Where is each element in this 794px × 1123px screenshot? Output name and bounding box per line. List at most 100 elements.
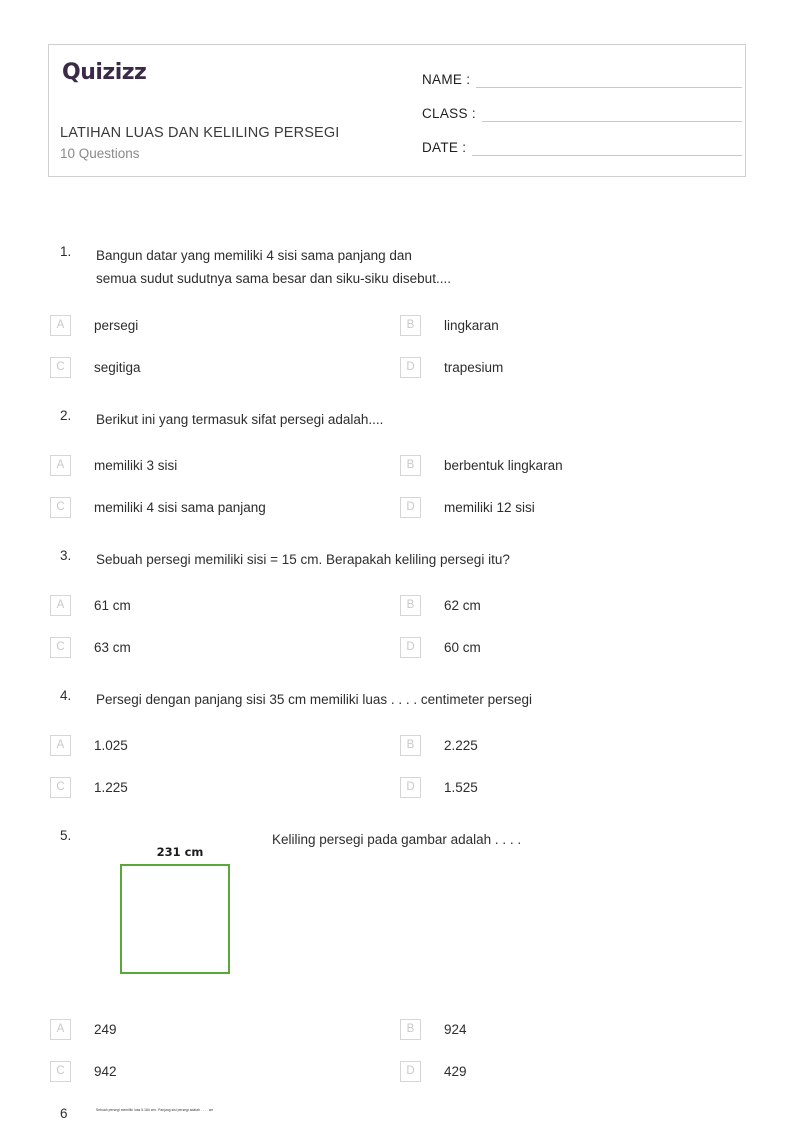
date-field-row: DATE : — [422, 136, 742, 156]
page-title: LATIHAN LUAS DAN KELILING PERSEGI — [60, 125, 340, 141]
question-1-option-c[interactable]: C segitiga — [50, 354, 395, 380]
question-6-number: 6 — [60, 1106, 68, 1121]
option-text-a: memiliki 3 sisi — [94, 457, 178, 473]
option-letter-d: D — [400, 356, 421, 378]
option-letter-d: D — [400, 1060, 421, 1082]
name-field-label: NAME : — [422, 72, 471, 87]
question-5-text: Keliling persegi pada gambar adalah . . … — [272, 832, 522, 847]
question-2-option-b[interactable]: B berbentuk lingkaran — [400, 452, 740, 478]
date-field-label: DATE : — [422, 140, 467, 155]
option-letter-d: D — [400, 636, 421, 658]
question-1-option-a[interactable]: A persegi — [50, 312, 395, 338]
question-5-option-b[interactable]: B 924 — [400, 1016, 740, 1042]
quizizz-logo: Quizizz — [62, 60, 147, 85]
option-letter-a: A — [50, 1018, 71, 1040]
question-3-option-b[interactable]: B 62 cm — [400, 592, 740, 618]
question-5-option-c[interactable]: C 942 — [50, 1058, 395, 1084]
question-1-option-d[interactable]: D trapesium — [400, 354, 740, 380]
question-5-option-a[interactable]: A 249 — [50, 1016, 395, 1042]
question-3-options-row-1: A 61 cm B 62 cm — [0, 592, 794, 618]
question-5-option-d[interactable]: D 429 — [400, 1058, 740, 1084]
question-block-3: 3. Sebuah persegi memiliki sisi = 15 cm.… — [0, 548, 794, 570]
name-input[interactable] — [476, 72, 742, 88]
question-1-line2: semua sudut sudutnya sama besar dan siku… — [96, 271, 451, 286]
question-2-number: 2. — [60, 408, 72, 423]
question-2-option-c[interactable]: C memiliki 4 sisi sama panjang — [50, 494, 395, 520]
question-2-option-a[interactable]: A memiliki 3 sisi — [50, 452, 395, 478]
question-3-header: 3. Sebuah persegi memiliki sisi = 15 cm.… — [0, 548, 794, 570]
option-letter-c: C — [50, 776, 71, 798]
option-letter-c: C — [50, 496, 71, 518]
question-1-text: Bangun datar yang memiliki 4 sisi sama p… — [96, 244, 736, 290]
question-2-text: Berikut ini yang termasuk sifat persegi … — [96, 412, 384, 427]
question-5-number: 5. — [60, 828, 72, 843]
question-1-number: 1. — [60, 244, 72, 259]
question-3-options-row-2: C 63 cm D 60 cm — [0, 634, 794, 660]
option-text-b: lingkaran — [444, 317, 499, 333]
question-4-options-row-1: A 1.025 B 2.225 — [0, 732, 794, 758]
option-text-a: 61 cm — [94, 597, 131, 613]
option-text-b: 62 cm — [444, 597, 481, 613]
question-count-label: 10 Questions — [60, 146, 140, 161]
option-text-d: trapesium — [444, 359, 504, 375]
option-text-c: 1.225 — [94, 779, 128, 795]
question-4-option-c[interactable]: C 1.225 — [50, 774, 395, 800]
question-4-option-d[interactable]: D 1.525 — [400, 774, 740, 800]
class-input[interactable] — [481, 106, 742, 122]
option-text-d: 60 cm — [444, 639, 481, 655]
question-1-options-row-1: A persegi B lingkaran — [0, 312, 794, 338]
question-6-text: Sebuah persegi memiliki luas 5.184 cm². … — [96, 1108, 214, 1112]
question-1-options-row-2: C segitiga D trapesium — [0, 354, 794, 380]
question-4-option-b[interactable]: B 2.225 — [400, 732, 740, 758]
date-input[interactable] — [472, 140, 742, 156]
option-letter-b: B — [400, 454, 421, 476]
header-left-panel: Quizizz LATIHAN LUAS DAN KELILING PERSEG… — [49, 45, 409, 176]
question-4-header: 4. Persegi dengan panjang sisi 35 cm mem… — [0, 688, 794, 710]
option-letter-b: B — [400, 1018, 421, 1040]
option-letter-b: B — [400, 314, 421, 336]
worksheet-header-card: Quizizz LATIHAN LUAS DAN KELILING PERSEG… — [48, 44, 746, 177]
option-letter-c: C — [50, 1060, 71, 1082]
question-3-option-a[interactable]: A 61 cm — [50, 592, 395, 618]
option-letter-b: B — [400, 734, 421, 756]
figure-side-length-label: 231 cm — [156, 845, 204, 859]
question-block-5: 5. Keliling persegi pada gambar adalah .… — [0, 828, 794, 974]
question-1-header: 1. Bangun datar yang memiliki 4 sisi sam… — [0, 244, 794, 286]
option-text-d: memiliki 12 sisi — [444, 499, 535, 515]
question-4-option-a[interactable]: A 1.025 — [50, 732, 395, 758]
question-3-option-c[interactable]: C 63 cm — [50, 634, 395, 660]
option-letter-b: B — [400, 594, 421, 616]
question-block-1: 1. Bangun datar yang memiliki 4 sisi sam… — [0, 244, 794, 286]
option-text-c: 63 cm — [94, 639, 131, 655]
question-3-text: Sebuah persegi memiliki sisi = 15 cm. Be… — [96, 552, 510, 567]
option-letter-a: A — [50, 594, 71, 616]
question-5-options-row-2: C 942 D 429 — [0, 1058, 794, 1084]
question-2-options-row-2: C memiliki 4 sisi sama panjang D memilik… — [0, 494, 794, 520]
option-text-c: memiliki 4 sisi sama panjang — [94, 499, 266, 515]
option-letter-c: C — [50, 356, 71, 378]
name-field-row: NAME : — [422, 68, 742, 88]
question-3-option-d[interactable]: D 60 cm — [400, 634, 740, 660]
option-text-c: 942 — [94, 1063, 117, 1079]
option-text-a: 1.025 — [94, 737, 128, 753]
option-text-d: 1.525 — [444, 779, 478, 795]
question-2-option-d[interactable]: D memiliki 12 sisi — [400, 494, 740, 520]
question-block-2: 2. Berikut ini yang termasuk sifat perse… — [0, 408, 794, 430]
question-2-options-row-1: A memiliki 3 sisi B berbentuk lingkaran — [0, 452, 794, 478]
option-letter-d: D — [400, 496, 421, 518]
option-letter-c: C — [50, 636, 71, 658]
question-5-options-row-1: A 249 B 924 — [0, 1016, 794, 1042]
option-letter-a: A — [50, 314, 71, 336]
worksheet-page: Quizizz LATIHAN LUAS DAN KELILING PERSEG… — [0, 0, 794, 1123]
question-1-option-b[interactable]: B lingkaran — [400, 312, 740, 338]
question-4-number: 4. — [60, 688, 72, 703]
question-2-header: 2. Berikut ini yang termasuk sifat perse… — [0, 408, 794, 430]
header-fields-panel: NAME : CLASS : DATE : — [412, 45, 747, 176]
option-letter-a: A — [50, 454, 71, 476]
option-text-b: 2.225 — [444, 737, 478, 753]
option-text-a: 249 — [94, 1021, 117, 1037]
square-shape — [120, 864, 230, 974]
question-4-text: Persegi dengan panjang sisi 35 cm memili… — [96, 692, 532, 707]
option-text-a: persegi — [94, 317, 139, 333]
option-text-d: 429 — [444, 1063, 467, 1079]
